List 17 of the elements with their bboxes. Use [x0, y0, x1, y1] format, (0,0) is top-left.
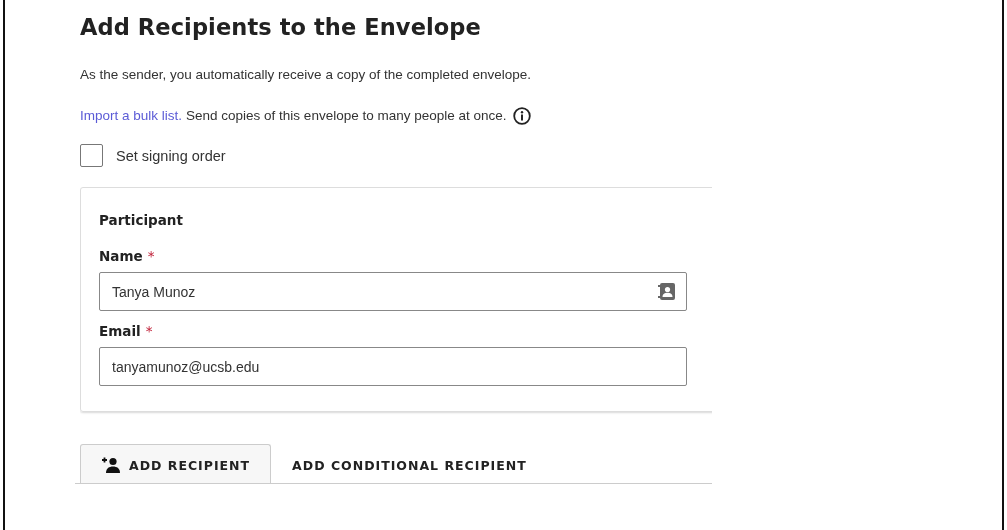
card-title: Participant — [99, 212, 184, 228]
checkbox-label: Set signing order — [116, 147, 226, 164]
required-mark: * — [147, 248, 155, 264]
page-heading: Add Recipients to the Envelope — [80, 13, 482, 42]
text-input[interactable]: tanyamunoz@ucsb.edu — [99, 347, 687, 386]
add-recipient-tab[interactable]: ADD RECIPIENT — [80, 444, 272, 483]
text-input[interactable]: Tanya Munoz — [99, 272, 687, 311]
signing-order-checkbox[interactable] — [80, 144, 103, 167]
import-link[interactable]: Import a bulk list. — [80, 106, 183, 126]
bulk-description: Send copies of this envelope to many people at once. — [186, 107, 507, 125]
add-person-icon — [101, 457, 121, 473]
field-label: Email — [99, 323, 141, 339]
sender-note: As the sender, you automatically receive a copy of the completed envelope. — [80, 66, 533, 84]
contact-card-icon[interactable] — [658, 283, 676, 300]
required-mark: * — [145, 323, 153, 339]
field-label: Name — [99, 248, 143, 264]
info-icon[interactable] — [512, 107, 531, 125]
